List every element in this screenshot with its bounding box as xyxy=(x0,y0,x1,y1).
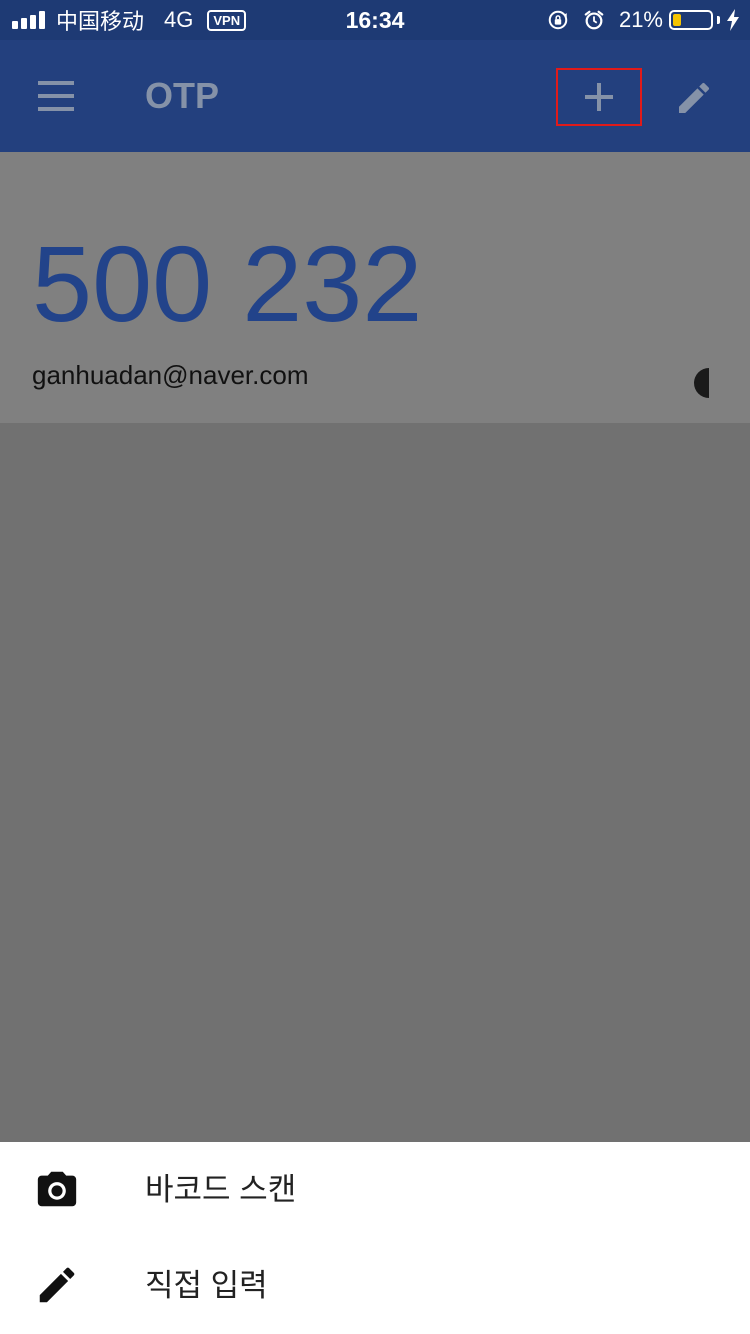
manual-entry-label: 직접 입력 xyxy=(145,1268,268,1303)
battery-icon xyxy=(669,10,713,30)
camera-icon xyxy=(37,1171,77,1207)
otp-card[interactable]: 500 232 ganhuadan@naver.com xyxy=(0,152,750,423)
pencil-icon xyxy=(39,1267,75,1303)
alarm-icon xyxy=(584,10,604,30)
battery-percent: 21% xyxy=(618,7,663,32)
otp-code: 500 232 xyxy=(32,223,423,344)
menu-button[interactable] xyxy=(30,74,82,118)
app-title: OTP xyxy=(145,75,220,116)
rotation-lock-icon xyxy=(548,10,568,30)
battery-tip xyxy=(717,16,720,24)
plus-icon xyxy=(585,83,613,111)
account-email: ganhuadan@naver.com xyxy=(32,360,309,390)
app-bar: OTP xyxy=(0,40,750,152)
manual-entry-option[interactable]: 직접 입력 xyxy=(0,1238,750,1334)
menu-icon xyxy=(38,81,74,111)
status-bar: 中国移动 4G VPN 16:34 21% xyxy=(0,0,750,40)
pencil-icon xyxy=(679,82,710,113)
add-button[interactable] xyxy=(556,68,642,126)
charging-icon xyxy=(727,9,739,31)
scan-barcode-label: 바코드 스캔 xyxy=(145,1172,297,1207)
bottom-sheet: 바코드 스캔 직접 입력 xyxy=(0,1142,750,1334)
scan-barcode-option[interactable]: 바코드 스캔 xyxy=(0,1142,750,1238)
edit-button[interactable] xyxy=(668,72,720,124)
status-bar-right: 21% xyxy=(547,0,740,40)
countdown-timer-icon xyxy=(694,368,709,398)
